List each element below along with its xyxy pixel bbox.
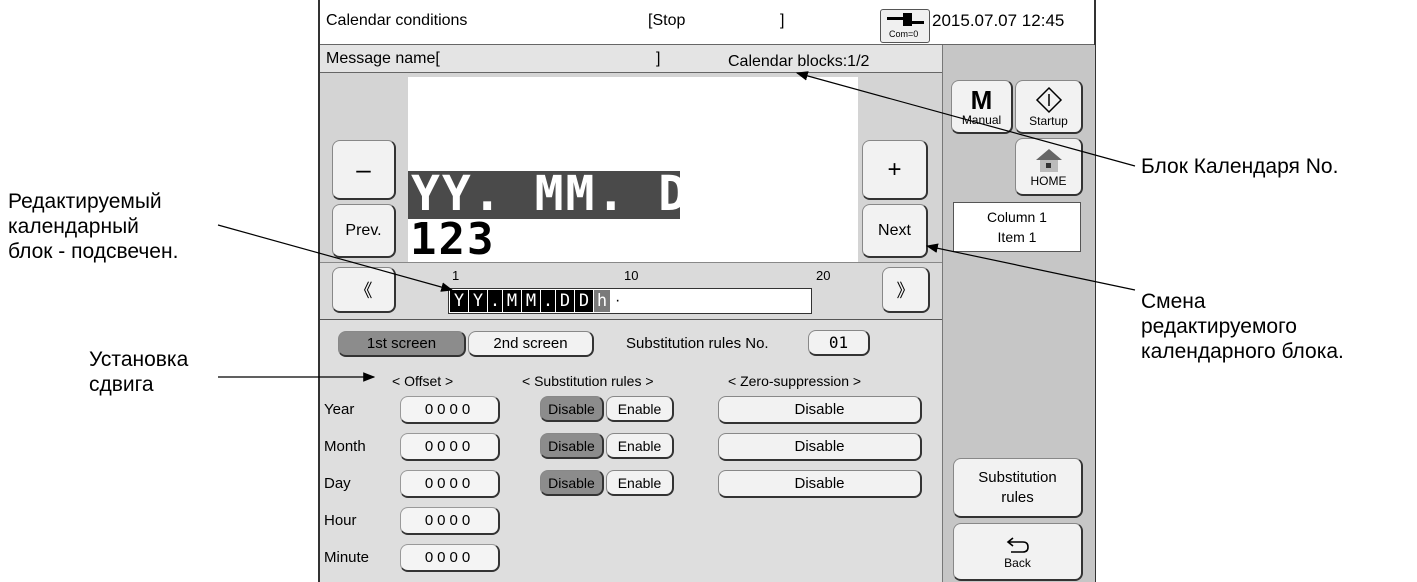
leader-line-change-block [925, 243, 1136, 291]
leader-line-block-no [795, 71, 1136, 167]
leader-line-edited-block [217, 224, 454, 292]
annotation-leader-lines [217, 71, 1136, 382]
